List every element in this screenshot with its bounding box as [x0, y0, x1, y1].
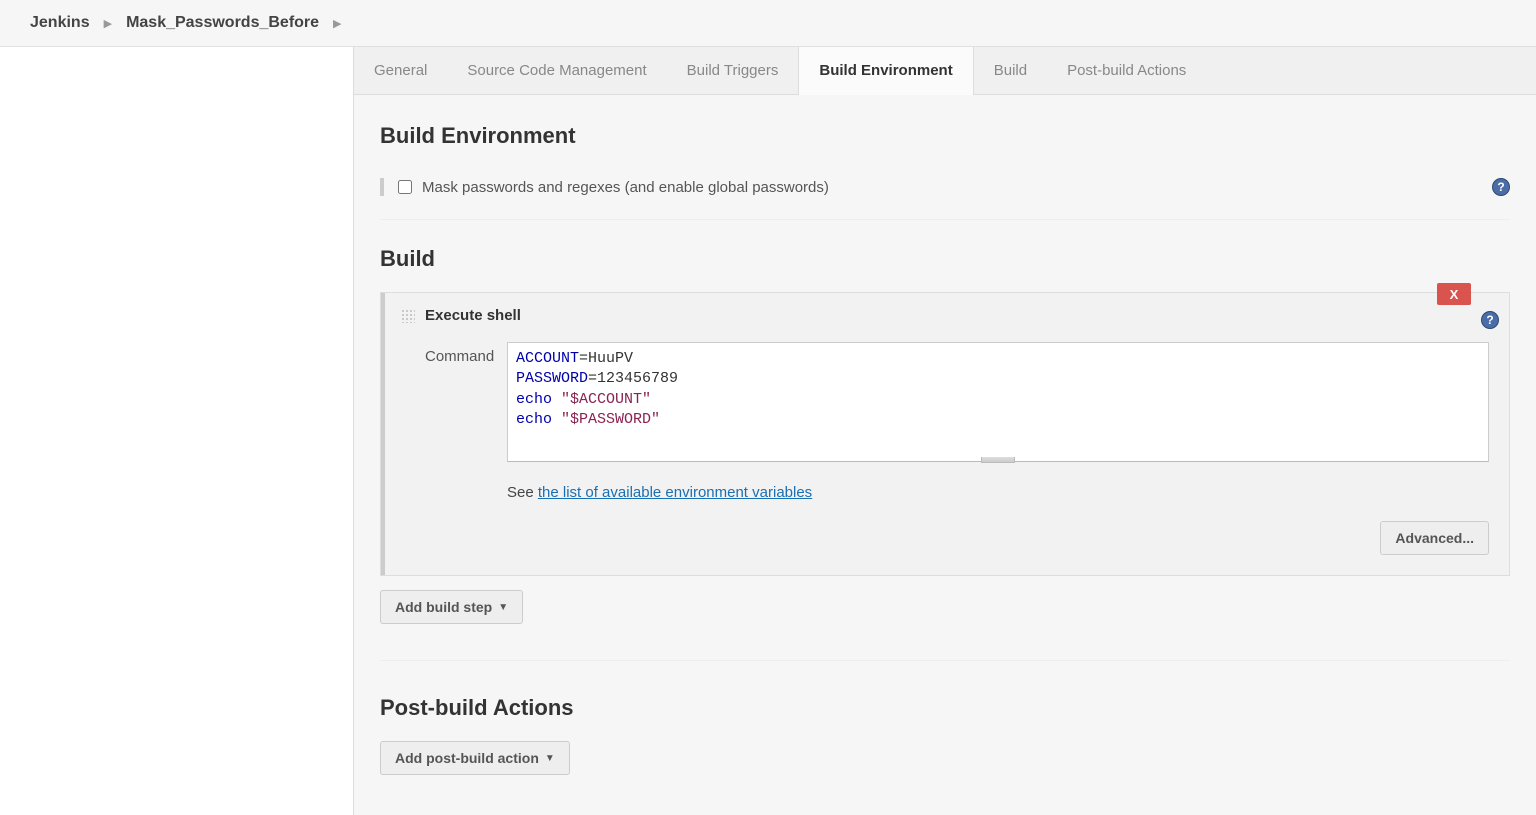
env-vars-link[interactable]: the list of available environment variab… [538, 484, 812, 501]
caret-down-icon: ▼ [498, 602, 508, 613]
section-title-build: Build [380, 246, 1510, 272]
mask-passwords-label: Mask passwords and regexes (and enable g… [422, 179, 829, 196]
section-title-post-build: Post-build Actions [380, 695, 1510, 721]
tab-general[interactable]: General [354, 47, 447, 94]
breadcrumb: Jenkins ▶ Mask_Passwords_Before ▶ [0, 0, 1536, 47]
mask-passwords-row: Mask passwords and regexes (and enable g… [380, 169, 1510, 220]
add-post-build-action-button[interactable]: Add post-build action ▼ [380, 741, 570, 775]
tab-scm[interactable]: Source Code Management [447, 47, 666, 94]
step-accent [381, 293, 385, 575]
tab-post-build[interactable]: Post-build Actions [1047, 47, 1206, 94]
section-title-build-environment: Build Environment [380, 123, 1510, 149]
row-accent [380, 178, 384, 196]
tab-build-environment[interactable]: Build Environment [798, 47, 973, 95]
env-vars-hint: See the list of available environment va… [507, 484, 1489, 501]
drag-handle-icon[interactable] [401, 309, 415, 323]
breadcrumb-project[interactable]: Mask_Passwords_Before [126, 14, 319, 32]
mask-passwords-checkbox[interactable] [398, 180, 412, 194]
tab-build[interactable]: Build [974, 47, 1047, 94]
tab-triggers[interactable]: Build Triggers [667, 47, 799, 94]
config-tabs: General Source Code Management Build Tri… [354, 47, 1536, 95]
advanced-button[interactable]: Advanced... [1380, 521, 1489, 555]
execute-shell-step: X ? Execute shell Command ACCOUNT=HuuPV … [380, 292, 1510, 576]
add-build-step-button[interactable]: Add build step ▼ [380, 590, 523, 624]
step-title: Execute shell [425, 307, 521, 324]
command-label: Command [401, 342, 489, 501]
left-sidebar [0, 47, 353, 815]
help-icon[interactable]: ? [1492, 178, 1510, 196]
caret-down-icon: ▼ [545, 753, 555, 764]
help-icon[interactable]: ? [1481, 311, 1499, 329]
add-build-step-label: Add build step [395, 599, 492, 615]
main-panel: General Source Code Management Build Tri… [353, 47, 1536, 815]
delete-step-button[interactable]: X [1437, 283, 1471, 305]
add-post-build-action-label: Add post-build action [395, 750, 539, 766]
breadcrumb-root[interactable]: Jenkins [30, 14, 90, 32]
chevron-right-icon: ▶ [333, 17, 341, 30]
step-header: Execute shell [381, 293, 1509, 338]
chevron-right-icon: ▶ [104, 17, 112, 30]
resize-grip-icon[interactable] [981, 457, 1015, 463]
command-textarea[interactable]: ACCOUNT=HuuPV PASSWORD=123456789 echo "$… [507, 342, 1489, 462]
